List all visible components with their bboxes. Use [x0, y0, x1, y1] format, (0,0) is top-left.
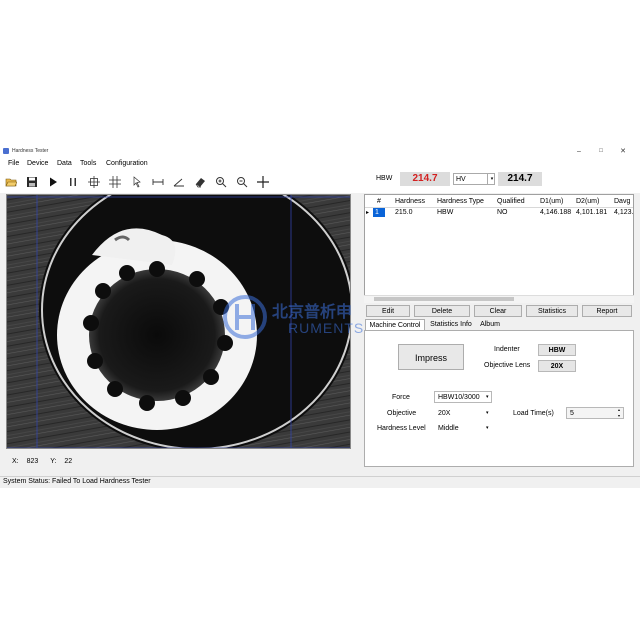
objective-value: 20X	[438, 410, 451, 417]
menu-tools[interactable]: Tools	[80, 160, 96, 167]
converted-value-display: 214.7	[498, 172, 542, 186]
col-header-hardness-type[interactable]: Hardness Type	[437, 198, 484, 205]
hardness-value-display: 214.7	[400, 172, 450, 186]
cell-hardness: 215.0	[395, 209, 413, 216]
force-select[interactable]: HBW10/3000	[434, 391, 492, 403]
window-title: Hardness Tester	[12, 148, 49, 154]
open-folder-icon[interactable]	[3, 174, 19, 190]
status-text: System Status: Failed To Load Hardness T…	[3, 478, 151, 485]
angle-icon[interactable]	[171, 174, 187, 190]
y-label: Y:	[50, 458, 57, 465]
cell-d2: 4,101.181	[576, 209, 608, 216]
cell-davg: 4,123.	[614, 209, 634, 216]
force-value: HBW10/3000	[438, 394, 480, 401]
cursor-coordinates: X: 823 Y: 22	[12, 458, 72, 465]
toolbar: HBW 214.7 HV ▾ 214.7	[0, 171, 640, 193]
row-number: 1	[375, 209, 379, 216]
eraser-icon[interactable]	[192, 174, 208, 190]
objective-select[interactable]: 20X	[434, 407, 492, 419]
maximize-button[interactable]: □	[592, 146, 610, 157]
select-arrow-icon[interactable]	[129, 174, 145, 190]
zoom-out-icon[interactable]	[234, 174, 250, 190]
hardness-unit-label: HBW	[376, 175, 393, 182]
indenter-label: Indenter	[494, 346, 520, 353]
title-bar: Hardness Tester – □ ✕	[0, 145, 640, 158]
chevron-down-icon[interactable]: ▾	[487, 174, 496, 184]
chevron-down-icon[interactable]: ▾	[486, 422, 489, 434]
col-header-hardness[interactable]: Hardness	[395, 198, 425, 205]
load-time-spinner[interactable]: 5	[566, 407, 624, 419]
menu-data[interactable]: Data	[57, 160, 72, 167]
hardness-level-select[interactable]: Middle	[434, 422, 492, 434]
cell-qualified: NO	[497, 209, 508, 216]
col-header-num[interactable]: #	[377, 198, 381, 205]
minimize-button[interactable]: –	[570, 146, 588, 157]
clear-button[interactable]: Clear	[474, 305, 522, 317]
zoom-in-icon[interactable]	[213, 174, 229, 190]
x-value: 823	[26, 458, 39, 465]
results-table[interactable]: # Hardness Hardness Type Qualified D1(um…	[364, 194, 634, 302]
watermark-text-cn: 北京普析申	[272, 304, 353, 321]
close-button[interactable]: ✕	[614, 146, 632, 157]
company-watermark: 北京普析申 RUMENTS	[220, 292, 420, 342]
indenter-value: HBW	[538, 344, 576, 356]
chevron-down-icon[interactable]: ▾	[486, 391, 489, 403]
objective-label: Objective	[387, 410, 417, 417]
grid-icon[interactable]	[107, 174, 123, 190]
hardness-level-value: Middle	[438, 425, 459, 432]
menu-device[interactable]: Device	[27, 160, 48, 167]
y-value: 22	[64, 458, 73, 465]
app-window: Hardness Tester – □ ✕ File Device Data T…	[0, 145, 640, 488]
watermark-logo-icon	[223, 295, 267, 339]
impress-button[interactable]: Impress	[398, 344, 464, 370]
col-header-d1[interactable]: D1(um)	[540, 198, 563, 205]
crosshair-frame-icon[interactable]	[86, 174, 102, 190]
objective-lens-value: 20X	[538, 360, 576, 372]
cell-hardness-type: HBW	[437, 209, 454, 216]
row-marker-icon: ▸	[366, 210, 370, 216]
pause-icon[interactable]	[65, 174, 81, 190]
cross-icon[interactable]	[255, 174, 271, 190]
app-icon	[3, 148, 9, 154]
menu-file[interactable]: File	[8, 160, 19, 167]
hardness-scale-value: HV	[456, 176, 466, 183]
hardness-level-label: Hardness Level	[377, 425, 426, 432]
cell-d1: 4,146.188	[540, 209, 572, 216]
report-button[interactable]: Report	[582, 305, 632, 317]
spinner-arrows-icon[interactable]: ▴ ▾	[618, 407, 620, 419]
chevron-down-icon[interactable]: ▾	[486, 407, 489, 419]
col-header-qualified[interactable]: Qualified	[497, 198, 525, 205]
play-icon[interactable]	[45, 174, 61, 190]
save-icon[interactable]	[24, 174, 40, 190]
force-label: Force	[392, 394, 410, 401]
status-bar: System Status: Failed To Load Hardness T…	[0, 476, 640, 488]
horizontal-measure-icon[interactable]	[150, 174, 166, 190]
load-time-label: Load Time(s)	[513, 410, 554, 417]
watermark-text-en: RUMENTS	[288, 320, 365, 336]
delete-button[interactable]: Delete	[414, 305, 470, 317]
menu-configuration[interactable]: Configuration	[106, 160, 148, 167]
col-header-davg[interactable]: Davg	[614, 198, 630, 205]
load-time-value: 5	[570, 410, 574, 417]
objective-lens-label: Objective Lens	[484, 362, 531, 369]
menu-bar: File Device Data Tools Configuration	[0, 158, 640, 171]
table-row[interactable]: ▸ 1 215.0 HBW NO 4,146.188 4,101.181 4,1…	[365, 208, 634, 218]
col-header-d2[interactable]: D2(um)	[576, 198, 599, 205]
x-label: X:	[12, 458, 19, 465]
statistics-button[interactable]: Statistics	[526, 305, 578, 317]
